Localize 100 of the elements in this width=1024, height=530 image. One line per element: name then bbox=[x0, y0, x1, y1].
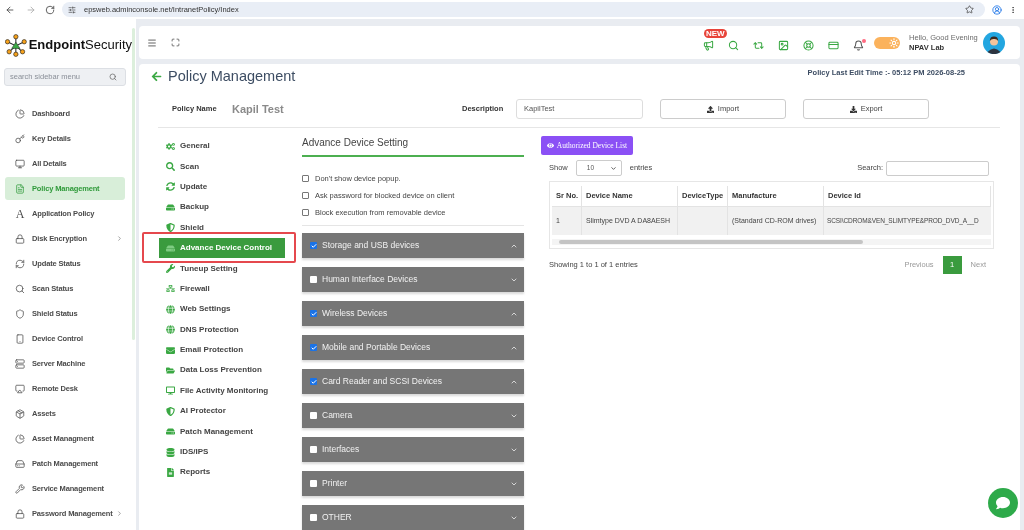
card-icon[interactable] bbox=[828, 40, 839, 51]
drive-icon bbox=[166, 202, 175, 212]
checkbox[interactable] bbox=[310, 446, 317, 453]
back-arrow-icon[interactable] bbox=[151, 71, 162, 82]
accordion-header[interactable]: Mobile and Portable Devices bbox=[302, 335, 524, 360]
tune-icon bbox=[68, 5, 76, 14]
forward-icon[interactable] bbox=[26, 4, 36, 15]
menu-icon[interactable] bbox=[147, 37, 157, 48]
policy-menu-item[interactable]: General bbox=[159, 136, 285, 157]
checkbox[interactable] bbox=[302, 192, 309, 199]
more-icon[interactable] bbox=[1009, 4, 1017, 15]
wrench-icon bbox=[15, 483, 25, 494]
wrench-icon bbox=[166, 264, 175, 274]
drive-icon bbox=[15, 458, 25, 469]
document-icon bbox=[15, 183, 25, 194]
star-icon[interactable] bbox=[965, 5, 974, 14]
document-icon bbox=[166, 467, 175, 477]
monitor-icon bbox=[166, 386, 175, 396]
accordion-header[interactable]: Human Interface Devices bbox=[302, 267, 524, 292]
accordion-header[interactable]: Wireless Devices bbox=[302, 301, 524, 326]
policy-menu-item[interactable]: Firewall bbox=[159, 278, 285, 300]
policy-menu-item[interactable]: Advance Device Control bbox=[159, 237, 285, 259]
search-icon bbox=[15, 283, 25, 294]
network-icon bbox=[166, 284, 175, 294]
database-icon bbox=[166, 447, 175, 457]
globe-icon bbox=[166, 325, 175, 335]
accordion-header[interactable]: Camera bbox=[302, 403, 524, 428]
logo-icon bbox=[5, 31, 27, 59]
policy-menu-item[interactable]: Reports bbox=[159, 462, 285, 483]
avatar-icon bbox=[983, 31, 1005, 54]
eye-icon bbox=[546, 142, 554, 149]
checkbox[interactable] bbox=[310, 514, 317, 521]
fullscreen-icon[interactable] bbox=[171, 38, 180, 47]
lock-icon bbox=[15, 508, 25, 519]
envelope-icon bbox=[166, 345, 175, 355]
policy-menu-item[interactable]: Update bbox=[159, 176, 285, 198]
policy-menu-item[interactable]: Email Protection bbox=[159, 339, 285, 361]
letter-icon: A bbox=[15, 207, 25, 220]
policy-name-value: Kapil Test bbox=[232, 101, 285, 117]
tablet-icon bbox=[15, 333, 25, 344]
policy-menu-item[interactable]: Tuneup Setting bbox=[159, 258, 285, 279]
speech-bubble-icon bbox=[996, 496, 1010, 510]
screen-cast-icon bbox=[15, 383, 25, 394]
shield-icon bbox=[166, 223, 175, 233]
bell-icon[interactable] bbox=[853, 40, 864, 51]
accordion-header[interactable]: OTHER bbox=[302, 505, 524, 530]
repeat-icon[interactable] bbox=[753, 40, 764, 51]
upload-icon bbox=[706, 105, 714, 113]
refresh-icon bbox=[15, 258, 25, 269]
policy-menu-item[interactable]: Data Loss Prevention bbox=[159, 360, 285, 381]
accordion-header[interactable]: Printer bbox=[302, 471, 524, 496]
checkbox[interactable] bbox=[302, 209, 309, 216]
policy-menu-item[interactable]: Scan bbox=[159, 156, 285, 177]
chevron-down-icon bbox=[609, 164, 617, 172]
accordion-header[interactable]: Card Reader and SCSI Devices bbox=[302, 369, 524, 394]
checkbox[interactable] bbox=[302, 175, 309, 182]
policy-menu-item[interactable]: File Activity Monitoring bbox=[159, 380, 285, 402]
accordion-header[interactable]: Storage and USB devices bbox=[302, 233, 524, 258]
key-icon bbox=[15, 133, 25, 144]
logo-text: EndpointSecurity bbox=[28, 37, 132, 53]
checkbox[interactable] bbox=[310, 276, 317, 283]
theme-toggle[interactable] bbox=[874, 36, 900, 49]
reload-icon[interactable] bbox=[45, 4, 55, 15]
policy-menu-item[interactable]: AI Protector bbox=[159, 401, 285, 422]
monitor-icon bbox=[15, 158, 25, 169]
shield-icon bbox=[166, 406, 175, 416]
search-icon[interactable] bbox=[728, 40, 739, 51]
search-icon bbox=[109, 73, 117, 81]
lock-icon bbox=[15, 233, 25, 244]
gears-icon bbox=[166, 141, 175, 151]
server-icon bbox=[15, 358, 25, 369]
drive-icon bbox=[166, 243, 175, 253]
globe-icon bbox=[166, 304, 175, 314]
sun-icon bbox=[889, 37, 899, 48]
shield-icon bbox=[15, 308, 25, 319]
policy-menu-item[interactable]: DNS Protection bbox=[159, 319, 285, 340]
accordion-header[interactable]: Interfaces bbox=[302, 437, 524, 462]
pie-chart-icon bbox=[15, 108, 25, 119]
download-icon bbox=[849, 105, 857, 113]
back-icon[interactable] bbox=[5, 4, 15, 15]
refresh-icon bbox=[166, 182, 175, 192]
new-badge: NEW bbox=[704, 29, 727, 38]
page-title: Policy Management bbox=[168, 67, 296, 85]
checkbox[interactable] bbox=[310, 480, 317, 487]
box-icon bbox=[15, 408, 25, 419]
checkbox[interactable] bbox=[310, 412, 317, 419]
policy-menu-item[interactable]: Patch Management bbox=[159, 421, 285, 442]
folder-icon bbox=[166, 366, 175, 375]
policy-menu-item[interactable]: Web Settings bbox=[159, 299, 285, 320]
profile-icon[interactable] bbox=[992, 4, 1002, 15]
drive-icon bbox=[166, 427, 175, 437]
section-title: Advance Device Setting bbox=[302, 136, 410, 150]
policy-menu-item[interactable]: Backup bbox=[159, 197, 285, 218]
search-icon bbox=[166, 162, 175, 172]
policy-menu-item[interactable]: IDS/IPS bbox=[159, 441, 285, 463]
megaphone-icon[interactable] bbox=[703, 40, 714, 51]
search-field[interactable] bbox=[886, 160, 989, 176]
policy-menu-item[interactable]: Shield bbox=[159, 217, 285, 238]
image-icon[interactable] bbox=[778, 40, 789, 51]
lifebuoy-icon[interactable] bbox=[803, 40, 814, 51]
